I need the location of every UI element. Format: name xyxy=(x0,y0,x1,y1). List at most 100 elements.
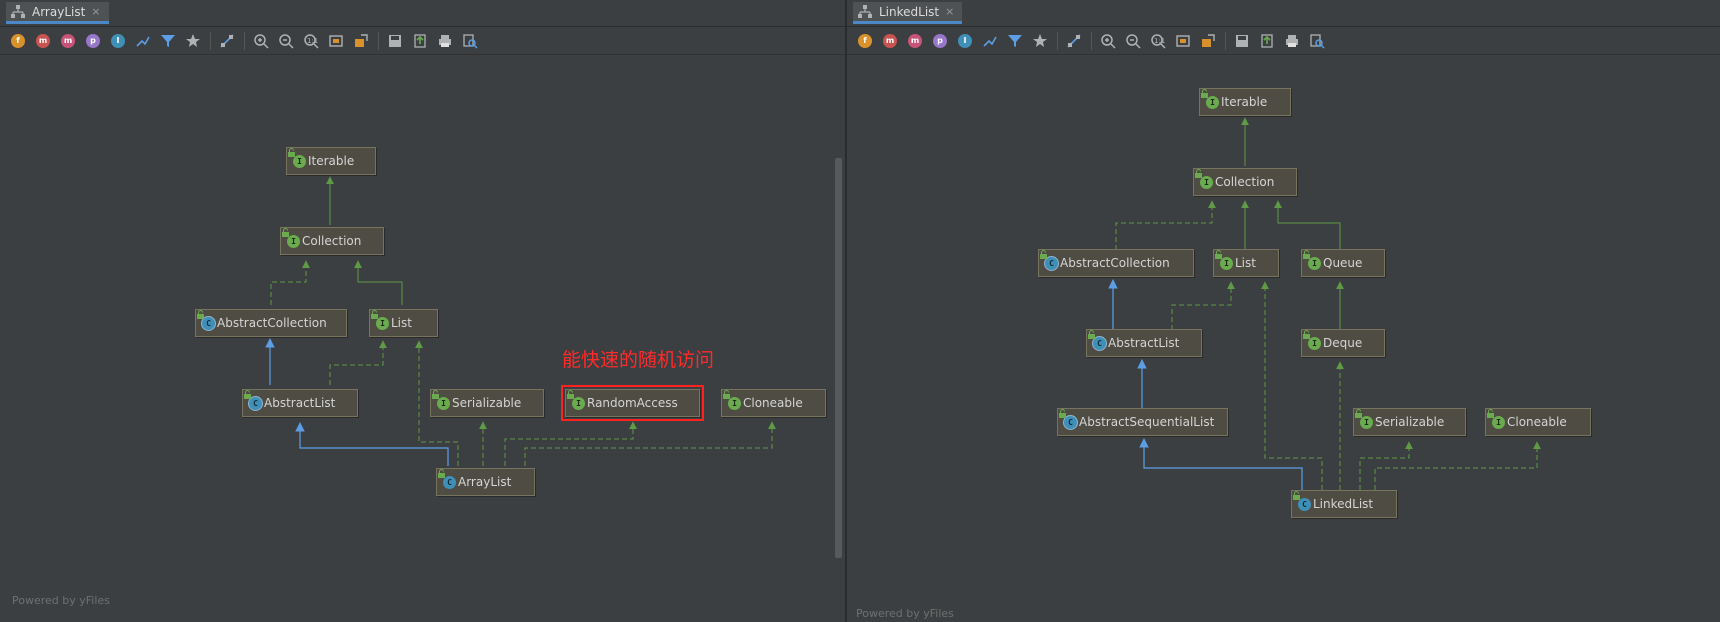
node-abstract-sequential-list[interactable]: C AbstractSequentialList xyxy=(1057,408,1228,436)
public-lock-icon xyxy=(1293,491,1300,500)
node-iterable[interactable]: I Iterable xyxy=(1199,88,1291,116)
node-array-list[interactable]: C ArrayList xyxy=(436,468,535,496)
fields-icon[interactable]: f xyxy=(855,31,875,51)
methods-icon[interactable]: m xyxy=(58,31,78,51)
public-lock-icon xyxy=(282,228,289,237)
svg-text:1:1: 1:1 xyxy=(307,37,318,45)
zoom-out-icon[interactable] xyxy=(1123,31,1143,51)
toolbar-separator xyxy=(378,31,379,50)
actual-size-icon[interactable]: 1:1 xyxy=(1148,31,1168,51)
layout-icon[interactable] xyxy=(1064,31,1084,51)
pin-icon[interactable] xyxy=(1030,31,1050,51)
public-lock-icon xyxy=(1215,250,1222,259)
edge-filter-icon[interactable] xyxy=(980,31,1000,51)
node-abstract-collection[interactable]: C AbstractCollection xyxy=(195,309,347,337)
node-deque[interactable]: I Deque xyxy=(1301,329,1385,357)
powered-by-label: Powered by yFiles xyxy=(856,607,954,620)
public-lock-icon xyxy=(1195,169,1202,178)
diagram-canvas[interactable]: I Iterable I Collection C AbstractCollec… xyxy=(0,55,845,622)
node-abstract-collection[interactable]: C AbstractCollection xyxy=(1038,249,1194,277)
tab-label: LinkedList xyxy=(879,4,940,19)
tab-linkedlist[interactable]: LinkedList × xyxy=(853,2,963,24)
public-lock-icon xyxy=(432,390,439,399)
constructors-icon[interactable]: m xyxy=(33,31,53,51)
export-icon[interactable] xyxy=(1198,31,1218,51)
node-label: RandomAccess xyxy=(587,396,678,410)
zoom-in-icon[interactable] xyxy=(1098,31,1118,51)
public-lock-icon xyxy=(1040,250,1047,259)
node-label: AbstractList xyxy=(264,396,336,410)
powered-by-label: Powered by yFiles xyxy=(12,594,110,607)
node-serializable[interactable]: I Serializable xyxy=(430,389,544,417)
node-list[interactable]: I List xyxy=(1213,249,1279,277)
diagram-panel-arraylist: ArrayList × f m m p I 1:1 I Iterable I C… xyxy=(0,0,845,622)
node-random-access[interactable]: I RandomAccess xyxy=(561,385,704,421)
zoom-in-icon[interactable] xyxy=(251,31,271,51)
edge-filter-icon[interactable] xyxy=(133,31,153,51)
properties-icon[interactable]: p xyxy=(83,31,103,51)
public-lock-icon xyxy=(1201,89,1208,98)
inner-classes-icon[interactable]: I xyxy=(108,31,128,51)
constructors-icon[interactable]: m xyxy=(880,31,900,51)
fields-icon[interactable]: f xyxy=(8,31,28,51)
node-cloneable[interactable]: I Cloneable xyxy=(1485,408,1591,436)
inner-classes-icon[interactable]: I xyxy=(955,31,975,51)
properties-icon[interactable]: p xyxy=(930,31,950,51)
tab-arraylist[interactable]: ArrayList × xyxy=(6,2,109,24)
export-icon[interactable] xyxy=(351,31,371,51)
node-label: AbstractCollection xyxy=(1060,256,1170,270)
vertical-scrollbar[interactable] xyxy=(835,158,842,558)
print-icon[interactable] xyxy=(1282,31,1302,51)
node-list[interactable]: I List xyxy=(369,309,438,337)
hierarchy-icon xyxy=(11,4,25,18)
edges-layer xyxy=(265,176,776,466)
edges-layer xyxy=(1108,117,1541,490)
node-label: Iterable xyxy=(1221,95,1268,109)
node-collection[interactable]: I Collection xyxy=(1193,168,1297,196)
node-queue[interactable]: I Queue xyxy=(1301,249,1385,277)
public-lock-icon xyxy=(438,469,445,478)
public-lock-icon xyxy=(1059,409,1066,418)
toolbar-separator xyxy=(210,31,211,50)
tab-bar: ArrayList × xyxy=(0,0,845,27)
diagram-toolbar: f m m p I 1:1 xyxy=(0,27,845,55)
node-iterable[interactable]: I Iterable xyxy=(286,147,376,175)
node-label: Cloneable xyxy=(1507,415,1567,429)
filter-icon[interactable] xyxy=(1005,31,1025,51)
node-label: LinkedList xyxy=(1313,497,1374,511)
svg-text:1:1: 1:1 xyxy=(1154,37,1165,45)
actual-size-icon[interactable]: 1:1 xyxy=(301,31,321,51)
fit-content-icon[interactable] xyxy=(326,31,346,51)
print-preview-icon[interactable] xyxy=(1307,31,1327,51)
public-lock-icon xyxy=(723,390,730,399)
print-preview-icon[interactable] xyxy=(460,31,480,51)
node-abstract-list[interactable]: C AbstractList xyxy=(242,389,358,417)
filter-icon[interactable] xyxy=(158,31,178,51)
methods-icon[interactable]: m xyxy=(905,31,925,51)
tab-label: ArrayList xyxy=(32,4,86,19)
node-linked-list[interactable]: C LinkedList xyxy=(1291,490,1397,518)
public-lock-icon xyxy=(567,390,574,399)
edge-arraylist-cloneable xyxy=(524,421,776,466)
node-serializable[interactable]: I Serializable xyxy=(1353,408,1466,436)
edge-arraylist-randomaccess xyxy=(504,421,637,466)
close-icon[interactable]: × xyxy=(91,5,100,18)
open-icon[interactable] xyxy=(1257,31,1277,51)
open-icon[interactable] xyxy=(410,31,430,51)
node-collection[interactable]: I Collection xyxy=(280,227,384,255)
save-icon[interactable] xyxy=(1232,31,1252,51)
close-icon[interactable]: × xyxy=(945,5,954,18)
diagram-toolbar: f m m p I 1:1 xyxy=(847,27,1720,55)
pin-icon[interactable] xyxy=(183,31,203,51)
fit-content-icon[interactable] xyxy=(1173,31,1193,51)
edge-arraylist-abstractlist xyxy=(295,422,449,466)
layout-icon[interactable] xyxy=(217,31,237,51)
node-abstract-list[interactable]: C AbstractList xyxy=(1086,329,1202,357)
diagram-canvas[interactable]: I Iterable I Collection C AbstractCollec… xyxy=(847,55,1720,622)
save-icon[interactable] xyxy=(385,31,405,51)
zoom-out-icon[interactable] xyxy=(276,31,296,51)
node-label: List xyxy=(391,316,412,330)
print-icon[interactable] xyxy=(435,31,455,51)
node-cloneable[interactable]: I Cloneable xyxy=(721,389,826,417)
node-label: Collection xyxy=(302,234,362,248)
